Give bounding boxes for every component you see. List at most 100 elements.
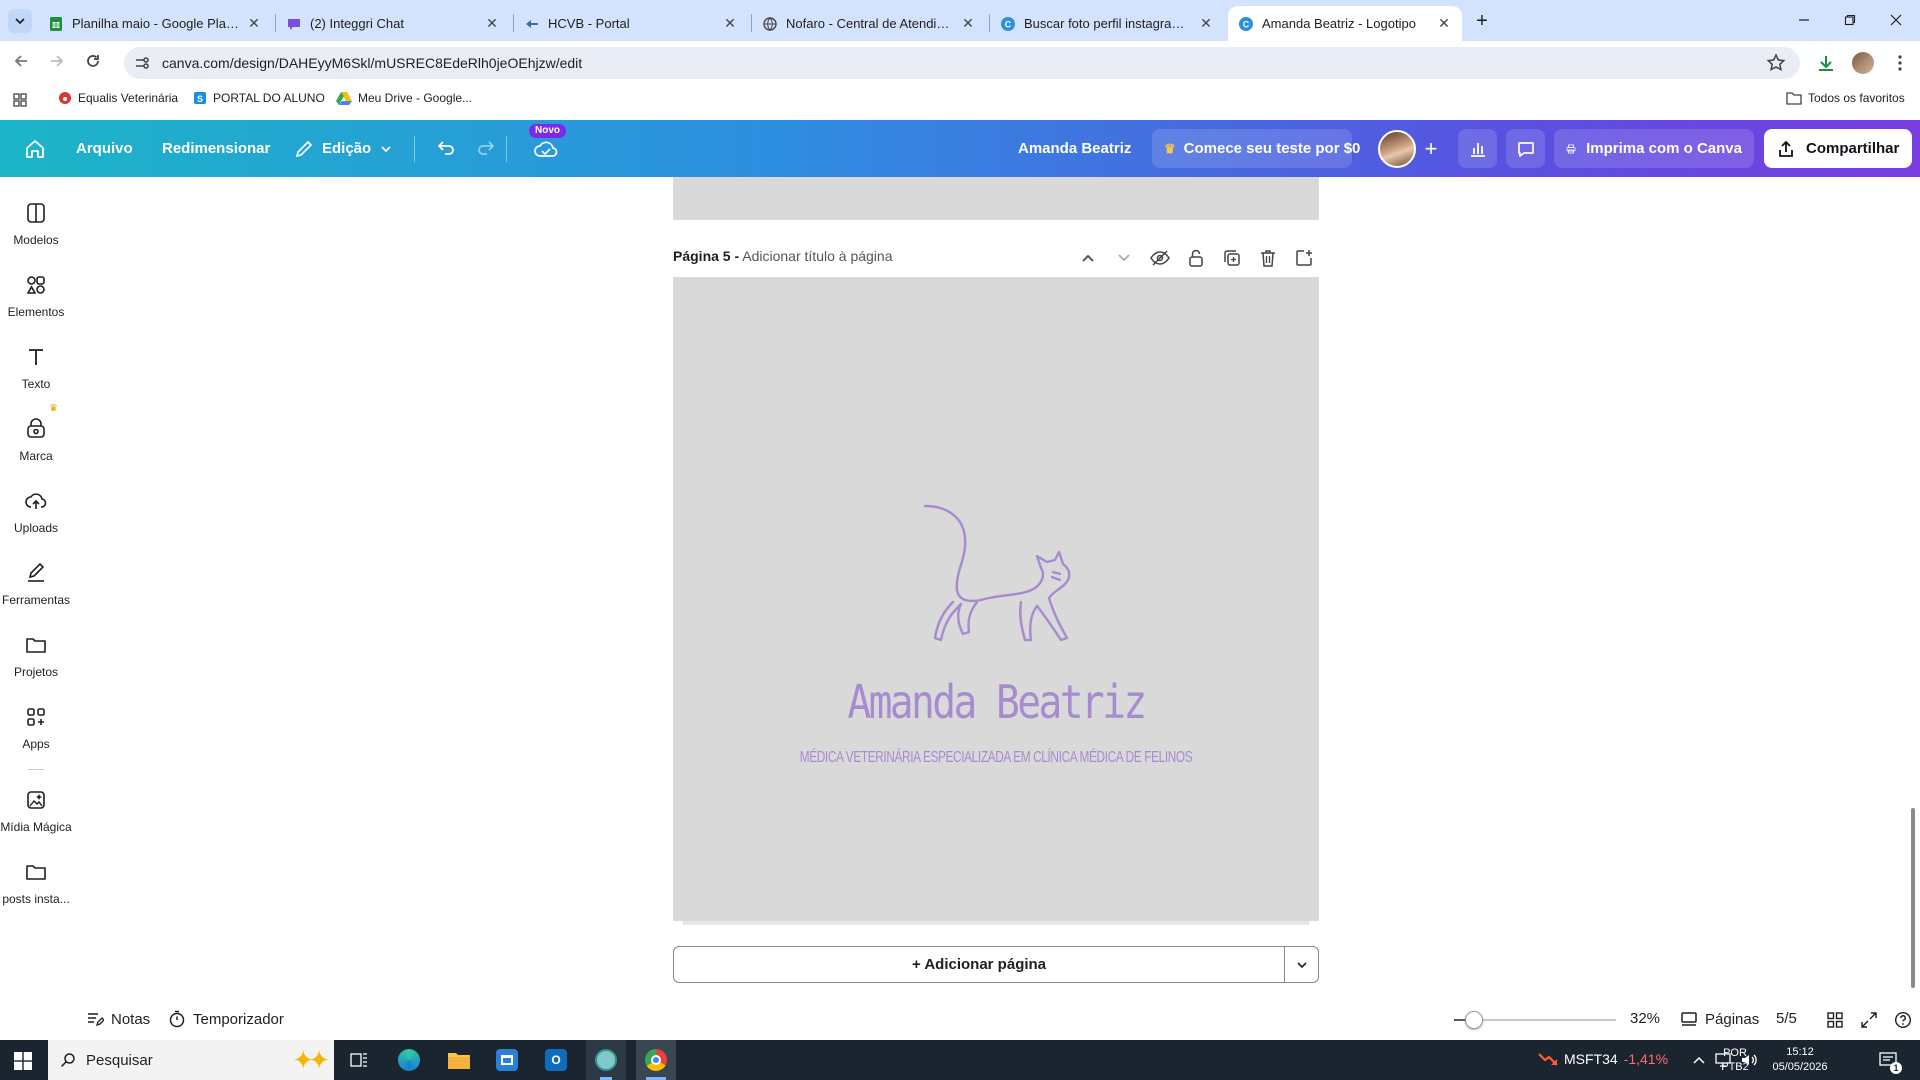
system-clock[interactable]: 15:12 05/05/2026 <box>1762 1045 1838 1075</box>
bookmark-equalis[interactable]: Equalis Veterinária <box>58 91 178 105</box>
add-page-icon[interactable] <box>1293 247 1315 269</box>
close-icon[interactable]: ✕ <box>1198 15 1214 32</box>
zoom-slider-thumb[interactable] <box>1464 1011 1483 1029</box>
cat-logo-icon[interactable] <box>913 502 1089 674</box>
add-page-button[interactable]: + Adicionar página <box>674 947 1284 982</box>
reload-icon[interactable] <box>84 52 102 70</box>
profile-avatar[interactable] <box>1852 52 1874 74</box>
stock-widget[interactable]: MSFT34 -1,41% <box>1538 1051 1668 1067</box>
network-icon[interactable] <box>1714 1052 1732 1068</box>
previous-page-bottom[interactable] <box>673 177 1319 220</box>
pages-button[interactable]: Páginas <box>1680 1010 1759 1028</box>
tab-planilha[interactable]: Planilha maio - Google Planilhas ✕ <box>38 6 272 41</box>
sidebar-item-apps[interactable]: Apps <box>0 705 72 751</box>
menu-arquivo[interactable]: Arquivo <box>76 120 133 177</box>
minimize-button[interactable] <box>1790 8 1818 32</box>
logo-tagline[interactable]: MÉDICA VETERINÁRIA ESPECIALIZADA EM CLÍN… <box>757 749 1235 767</box>
close-icon[interactable]: ✕ <box>246 15 262 32</box>
apps-grid-icon[interactable] <box>12 92 28 108</box>
more-vert-icon[interactable] <box>1890 53 1910 73</box>
add-page-options-button[interactable] <box>1284 947 1318 982</box>
add-collaborator-button[interactable]: + <box>1418 136 1444 162</box>
page-title-input[interactable]: Adicionar título à página <box>742 248 892 264</box>
chevron-down-icon[interactable] <box>1113 247 1135 269</box>
close-icon[interactable]: ✕ <box>484 15 500 32</box>
windows-start-icon[interactable] <box>14 1052 32 1070</box>
restore-icon <box>1844 14 1856 26</box>
apps-icon <box>27 708 45 726</box>
hide-page-icon[interactable] <box>1149 247 1171 269</box>
tab-hcvb[interactable]: HCVB - Portal ✕ <box>514 6 748 41</box>
chevron-up-icon[interactable] <box>1077 247 1099 269</box>
design-page[interactable]: Amanda Beatriz MÉDICA VETERINÁRIA ESPECI… <box>673 277 1319 921</box>
bookmark-portal-aluno[interactable]: S PORTAL DO ALUNO <box>193 91 325 105</box>
sidebar-item-marca[interactable]: Marca <box>0 417 72 463</box>
print-button[interactable]: Imprima com o Canva <box>1554 129 1754 168</box>
zoom-level[interactable]: 32% <box>1630 1010 1660 1027</box>
sidebar-item-elementos[interactable]: Elementos <box>0 273 72 319</box>
redo-icon[interactable] <box>476 138 498 160</box>
timer-button[interactable]: Temporizador <box>168 1010 284 1028</box>
chevron-up-icon[interactable] <box>1692 1054 1706 1066</box>
close-icon[interactable]: ✕ <box>722 15 738 32</box>
tab-search-button[interactable] <box>8 9 32 33</box>
sidebar-item-uploads[interactable]: Uploads <box>0 489 72 535</box>
lock-icon[interactable] <box>1185 247 1207 269</box>
taskbar-app-active[interactable] <box>586 1040 626 1080</box>
star-icon[interactable] <box>1766 53 1786 73</box>
volume-icon[interactable] <box>1740 1052 1758 1068</box>
duplicate-icon[interactable] <box>1221 247 1243 269</box>
address-bar[interactable]: canva.com/design/DAHEyyM6Skl/mUSREC8EdeR… <box>124 47 1800 79</box>
cloud-saved-icon[interactable] <box>534 138 558 160</box>
sidebar-item-projetos[interactable]: Projetos <box>0 633 72 679</box>
bookmark-meu-drive[interactable]: Meu Drive - Google... <box>336 91 472 105</box>
download-icon[interactable] <box>1816 53 1836 73</box>
notes-button[interactable]: Notas <box>86 1010 150 1028</box>
insights-button[interactable] <box>1458 129 1497 168</box>
sidebar-item-modelos[interactable]: Modelos <box>0 201 72 247</box>
close-icon[interactable]: ✕ <box>960 15 976 32</box>
comments-button[interactable] <box>1506 129 1545 168</box>
file-explorer-icon[interactable] <box>447 1049 471 1071</box>
forward-icon[interactable] <box>48 52 66 70</box>
sidebar-item-posts-insta[interactable]: posts insta... <box>0 860 72 906</box>
outlook-icon[interactable]: O <box>545 1049 567 1071</box>
close-icon <box>1890 14 1902 26</box>
all-bookmarks[interactable]: Todos os favoritos <box>1786 91 1905 105</box>
sheets-icon <box>50 16 62 31</box>
sidebar-item-midia-magica[interactable]: Mídia Mágica <box>0 788 72 834</box>
help-icon[interactable] <box>1894 1011 1912 1029</box>
close-icon[interactable]: ✕ <box>1436 15 1452 32</box>
close-window-button[interactable] <box>1882 8 1910 32</box>
user-avatar[interactable] <box>1378 130 1416 168</box>
document-title[interactable]: Amanda Beatriz <box>1018 120 1131 177</box>
menu-edicao[interactable]: Edição <box>294 120 393 177</box>
taskbar-chrome[interactable] <box>636 1040 676 1080</box>
menu-redimensionar[interactable]: Redimensionar <box>162 120 270 177</box>
restore-button[interactable] <box>1836 8 1864 32</box>
tab-nofaro[interactable]: Nofaro - Central de Atendimento ✕ <box>752 6 986 41</box>
tab-buscar-foto[interactable]: C Buscar foto perfil instagram - Canva ✕ <box>990 6 1224 41</box>
store-icon[interactable] <box>496 1049 518 1071</box>
grid-view-icon[interactable] <box>1826 1011 1844 1029</box>
logo-name[interactable]: Amanda Beatriz <box>718 675 1274 729</box>
undo-icon[interactable] <box>434 138 456 160</box>
back-icon[interactable] <box>12 52 30 70</box>
task-view-icon[interactable] <box>350 1051 368 1069</box>
tab-amanda-beatriz[interactable]: C Amanda Beatriz - Logotipo ✕ <box>1228 6 1462 41</box>
trash-icon[interactable] <box>1257 247 1279 269</box>
sidebar-item-texto[interactable]: Texto <box>0 345 72 391</box>
site-info-icon[interactable] <box>134 55 150 71</box>
home-icon[interactable] <box>24 138 46 160</box>
fullscreen-icon[interactable] <box>1860 1011 1878 1029</box>
svg-text:C: C <box>1005 19 1012 29</box>
tab-integgri[interactable]: (2) Integgri Chat ✕ <box>276 6 510 41</box>
share-button[interactable]: Compartilhar <box>1764 129 1912 168</box>
taskbar-search[interactable]: Pesquisar ✦✦ <box>48 1040 334 1080</box>
sidebar-item-ferramentas[interactable]: Ferramentas <box>0 561 72 607</box>
vertical-scrollbar[interactable] <box>1911 808 1915 988</box>
new-tab-button[interactable]: + <box>1470 9 1494 33</box>
edge-icon[interactable] <box>398 1049 420 1071</box>
trial-button[interactable]: ♛ Comece seu teste por $0 <box>1152 129 1360 168</box>
notifications-button[interactable]: 1 <box>1878 1050 1902 1074</box>
